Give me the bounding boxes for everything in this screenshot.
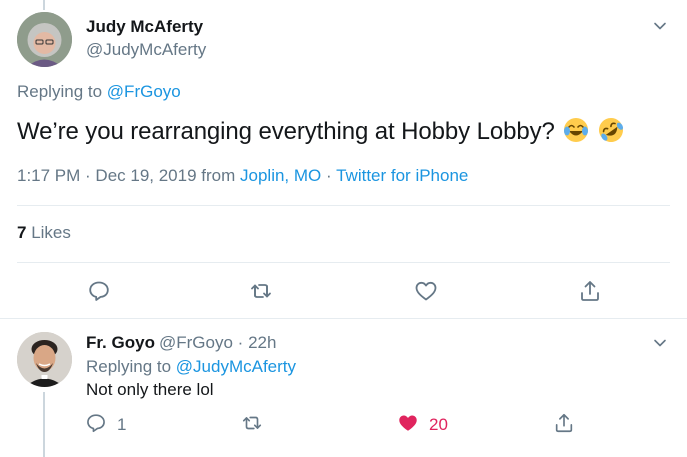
reply-author-name[interactable]: Fr. Goyo [86,333,155,353]
meta-separator: · [326,166,332,185]
reply-text: Not only there lol [86,380,214,399]
replying-to-link[interactable]: @FrGoyo [107,82,181,101]
tweet-body: We’re you rearranging everything at Hobb… [17,118,555,145]
thread-line-bottom [43,392,45,457]
tweet-time[interactable]: 1:17 PM · Dec 19, 2019 from [17,166,235,185]
heart-icon[interactable] [397,412,419,434]
retweet-icon[interactable] [241,412,263,434]
joy-emoji-icon [564,118,589,142]
rofl-emoji-icon [598,118,623,142]
likes-stat[interactable]: 7 Likes [17,223,71,243]
reply-icon[interactable] [87,279,111,303]
tweet-location[interactable]: Joplin, MO [240,166,321,185]
avatar[interactable] [17,12,72,67]
heart-icon[interactable] [414,279,438,303]
reply-replying-to-link[interactable]: @JudyMcAferty [176,357,296,376]
retweet-icon[interactable] [249,279,273,303]
share-icon[interactable] [553,412,575,434]
reply-replying-prefix: Replying to [86,357,172,376]
reply-handle-line: @FrGoyo · 22h [159,333,276,353]
tweet-source[interactable]: Twitter for iPhone [336,166,468,185]
reply-replying-to: Replying to @JudyMcAferty [86,357,296,377]
reply-author-handle[interactable]: @FrGoyo [159,333,233,352]
replying-to: Replying to @FrGoyo [17,82,181,102]
tweet-meta: 1:17 PM · Dec 19, 2019 from Joplin, MO ·… [17,166,468,186]
share-icon[interactable] [578,279,602,303]
author-name[interactable]: Judy McAferty [86,17,203,37]
thread-line-top [43,0,45,10]
likes-count: 7 [17,223,27,242]
divider [0,318,687,319]
likes-label: Likes [31,223,71,242]
chevron-down-icon[interactable] [652,18,668,34]
reply-time[interactable]: 22h [248,333,276,352]
reply-count: 1 [117,415,127,434]
divider [17,262,670,263]
chevron-down-icon[interactable] [652,335,668,351]
reply-icon[interactable] [85,412,107,434]
tweet-text: We’re you rearranging everything at Hobb… [17,117,624,146]
reply-avatar[interactable] [17,332,72,387]
reply-like-count: 20 [429,415,448,434]
replying-prefix: Replying to [17,82,103,101]
reply-separator: · [237,333,244,352]
divider [17,205,670,206]
author-handle[interactable]: @JudyMcAferty [86,40,206,60]
